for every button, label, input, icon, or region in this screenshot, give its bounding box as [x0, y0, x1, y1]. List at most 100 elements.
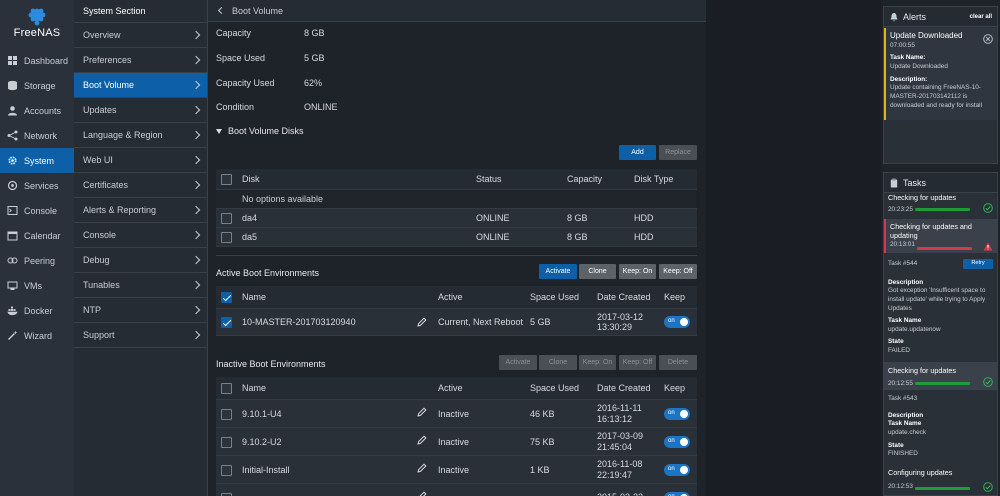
time-line: 13:30:29 — [597, 322, 633, 332]
freenas-logo[interactable]: FreeNAS — [0, 0, 74, 46]
docker-icon — [7, 306, 18, 316]
boot-volume-disks-toggle[interactable]: Boot Volume Disks — [216, 126, 304, 136]
edit-pencil-icon[interactable] — [417, 407, 427, 417]
row-checkbox[interactable] — [221, 437, 232, 448]
time-line: 16:13:12 — [597, 413, 633, 424]
subnav-item-updates[interactable]: Updates — [74, 98, 207, 123]
nav-item-storage[interactable]: Storage — [0, 73, 74, 98]
clone-button[interactable]: Clone — [579, 264, 616, 279]
row-checkbox[interactable] — [221, 409, 232, 420]
table-row[interactable]: da5 ONLINE 8 GB HDD — [216, 228, 697, 247]
task-item[interactable]: Configuring updates 20:12:53 — [884, 466, 997, 495]
alert-card[interactable]: Update Downloaded 07:00:55 Task Name: Up… — [884, 28, 997, 120]
delete-button[interactable]: Delete — [659, 355, 697, 370]
env-date: 2016-11-11 16:13:12 — [597, 400, 642, 427]
env-date: 2016-11-08 22:19:47 — [597, 456, 642, 483]
table-row[interactable]: Initial-Install Inactive 1 KB 2016-11-08 22:… — [216, 456, 697, 484]
chevron-right-icon — [191, 80, 201, 90]
nav-item-network[interactable]: Network — [0, 123, 74, 148]
table-header: Name Active Space Used Date Created Keep — [216, 286, 697, 309]
nav-item-dashboard[interactable]: Dashboard — [0, 48, 74, 73]
row-checkbox[interactable] — [221, 232, 232, 243]
col-space-used: Space Used — [530, 383, 580, 393]
col-date-created: Date Created — [597, 383, 651, 393]
success-check-icon — [983, 377, 993, 387]
keep-on-button[interactable]: Keep: On — [579, 355, 616, 370]
retry-button[interactable]: Retry — [963, 259, 993, 269]
edit-pencil-icon[interactable] — [417, 491, 427, 496]
keep-toggle[interactable]: on — [664, 316, 690, 328]
task-item[interactable]: Checking for updates 20:23:25 — [884, 193, 997, 219]
subnav-item-preferences[interactable]: Preferences — [74, 48, 207, 73]
activate-button[interactable]: Activate — [539, 264, 577, 279]
activate-button[interactable]: Activate — [499, 355, 537, 370]
subnav-item-ntp[interactable]: NTP — [74, 298, 207, 323]
nav-item-peering[interactable]: Peering — [0, 248, 74, 273]
table-row[interactable]: da4 ONLINE 8 GB HDD — [216, 209, 697, 228]
col-status: Status — [476, 174, 502, 184]
active-envs-title: Active Boot Environments — [216, 268, 320, 278]
keep-on-button[interactable]: Keep: On — [619, 264, 656, 279]
subnav-label: Debug — [83, 255, 110, 265]
table-row[interactable]: 2015-03-22 on — [216, 484, 697, 496]
row-checkbox[interactable] — [221, 213, 232, 224]
table-row[interactable]: 10-MASTER-201703120940 Current, Next Reb… — [216, 309, 697, 336]
edit-pencil-icon[interactable] — [417, 435, 427, 445]
nav-item-accounts[interactable]: Accounts — [0, 98, 74, 123]
keep-toggle[interactable]: on — [664, 408, 690, 420]
nav-item-vms[interactable]: VMs — [0, 273, 74, 298]
alert-title: Update Downloaded — [890, 31, 963, 40]
subnav-item-web-ui[interactable]: Web UI — [74, 148, 207, 173]
row-checkbox[interactable] — [221, 465, 232, 476]
select-all-checkbox[interactable] — [221, 292, 232, 303]
success-check-icon — [983, 482, 993, 492]
subnav-item-tunables[interactable]: Tunables — [74, 273, 207, 298]
dismiss-alert-icon[interactable] — [983, 34, 993, 44]
nav-item-system[interactable]: System — [0, 148, 74, 173]
task-item-failed[interactable]: Checking for updates and updating 20:13:… — [884, 219, 997, 253]
keep-toggle[interactable]: on — [664, 492, 690, 496]
subnav-item-console[interactable]: Console — [74, 223, 207, 248]
subnav-item-boot-volume[interactable]: Boot Volume — [74, 73, 207, 98]
section-title: System Section — [74, 0, 207, 23]
task-item[interactable]: Checking for updates 20:12:55 — [884, 362, 997, 390]
subnav-item-support[interactable]: Support — [74, 323, 207, 348]
col-capacity: Capacity — [567, 174, 603, 184]
subnav-item-alerts-reporting[interactable]: Alerts & Reporting — [74, 198, 207, 223]
nav-label: Peering — [24, 255, 56, 266]
replace-disk-button[interactable]: Replace — [659, 145, 697, 160]
select-all-checkbox[interactable] — [221, 383, 232, 394]
nav-item-wizard[interactable]: Wizard — [0, 323, 74, 348]
subnav-item-certificates[interactable]: Certificates — [74, 173, 207, 198]
add-disk-button[interactable]: Add — [619, 145, 656, 160]
time-line: 22:19:47 — [597, 469, 633, 480]
table-row[interactable]: 9.10.2-U2 Inactive 75 KB 2017-03-09 21:45:04… — [216, 428, 697, 456]
keep-off-button[interactable]: Keep: Off — [659, 264, 697, 279]
clone-button[interactable]: Clone — [539, 355, 577, 370]
back-arrow-icon[interactable] — [217, 6, 226, 15]
nav-item-docker[interactable]: Docker — [0, 298, 74, 323]
subnav-item-overview[interactable]: Overview — [74, 23, 207, 48]
vms-icon — [7, 281, 18, 290]
task-title: Checking for updates — [888, 193, 956, 202]
keep-toggle[interactable]: on — [664, 436, 690, 448]
notifications-column: Alerts clear all Update Downloaded 07:00… — [881, 0, 1000, 496]
keep-off-button[interactable]: Keep: Off — [619, 355, 656, 370]
subnav-item-debug[interactable]: Debug — [74, 248, 207, 273]
select-all-checkbox[interactable] — [221, 174, 232, 185]
nav-item-calendar[interactable]: Calendar — [0, 223, 74, 248]
edit-pencil-icon[interactable] — [417, 317, 427, 327]
nav-item-console[interactable]: Console — [0, 198, 74, 223]
edit-pencil-icon[interactable] — [417, 463, 427, 473]
table-row[interactable]: 9.10.1-U4 Inactive 46 KB 2016-11-11 16:13:12… — [216, 400, 697, 428]
clear-all-button[interactable]: clear all — [970, 14, 992, 20]
env-space: 75 KB — [530, 436, 555, 447]
table-header: Disk Status Capacity Disk Type — [216, 169, 697, 190]
col-keep: Keep — [664, 383, 686, 393]
expand-triangle-icon — [216, 129, 222, 135]
keep-toggle[interactable]: on — [664, 464, 690, 476]
main-nav: FreeNAS Dashboard Storage Accounts Network S… — [0, 0, 74, 496]
nav-item-services[interactable]: Services — [0, 173, 74, 198]
row-checkbox[interactable] — [221, 317, 232, 328]
subnav-item-language-region[interactable]: Language & Region — [74, 123, 207, 148]
